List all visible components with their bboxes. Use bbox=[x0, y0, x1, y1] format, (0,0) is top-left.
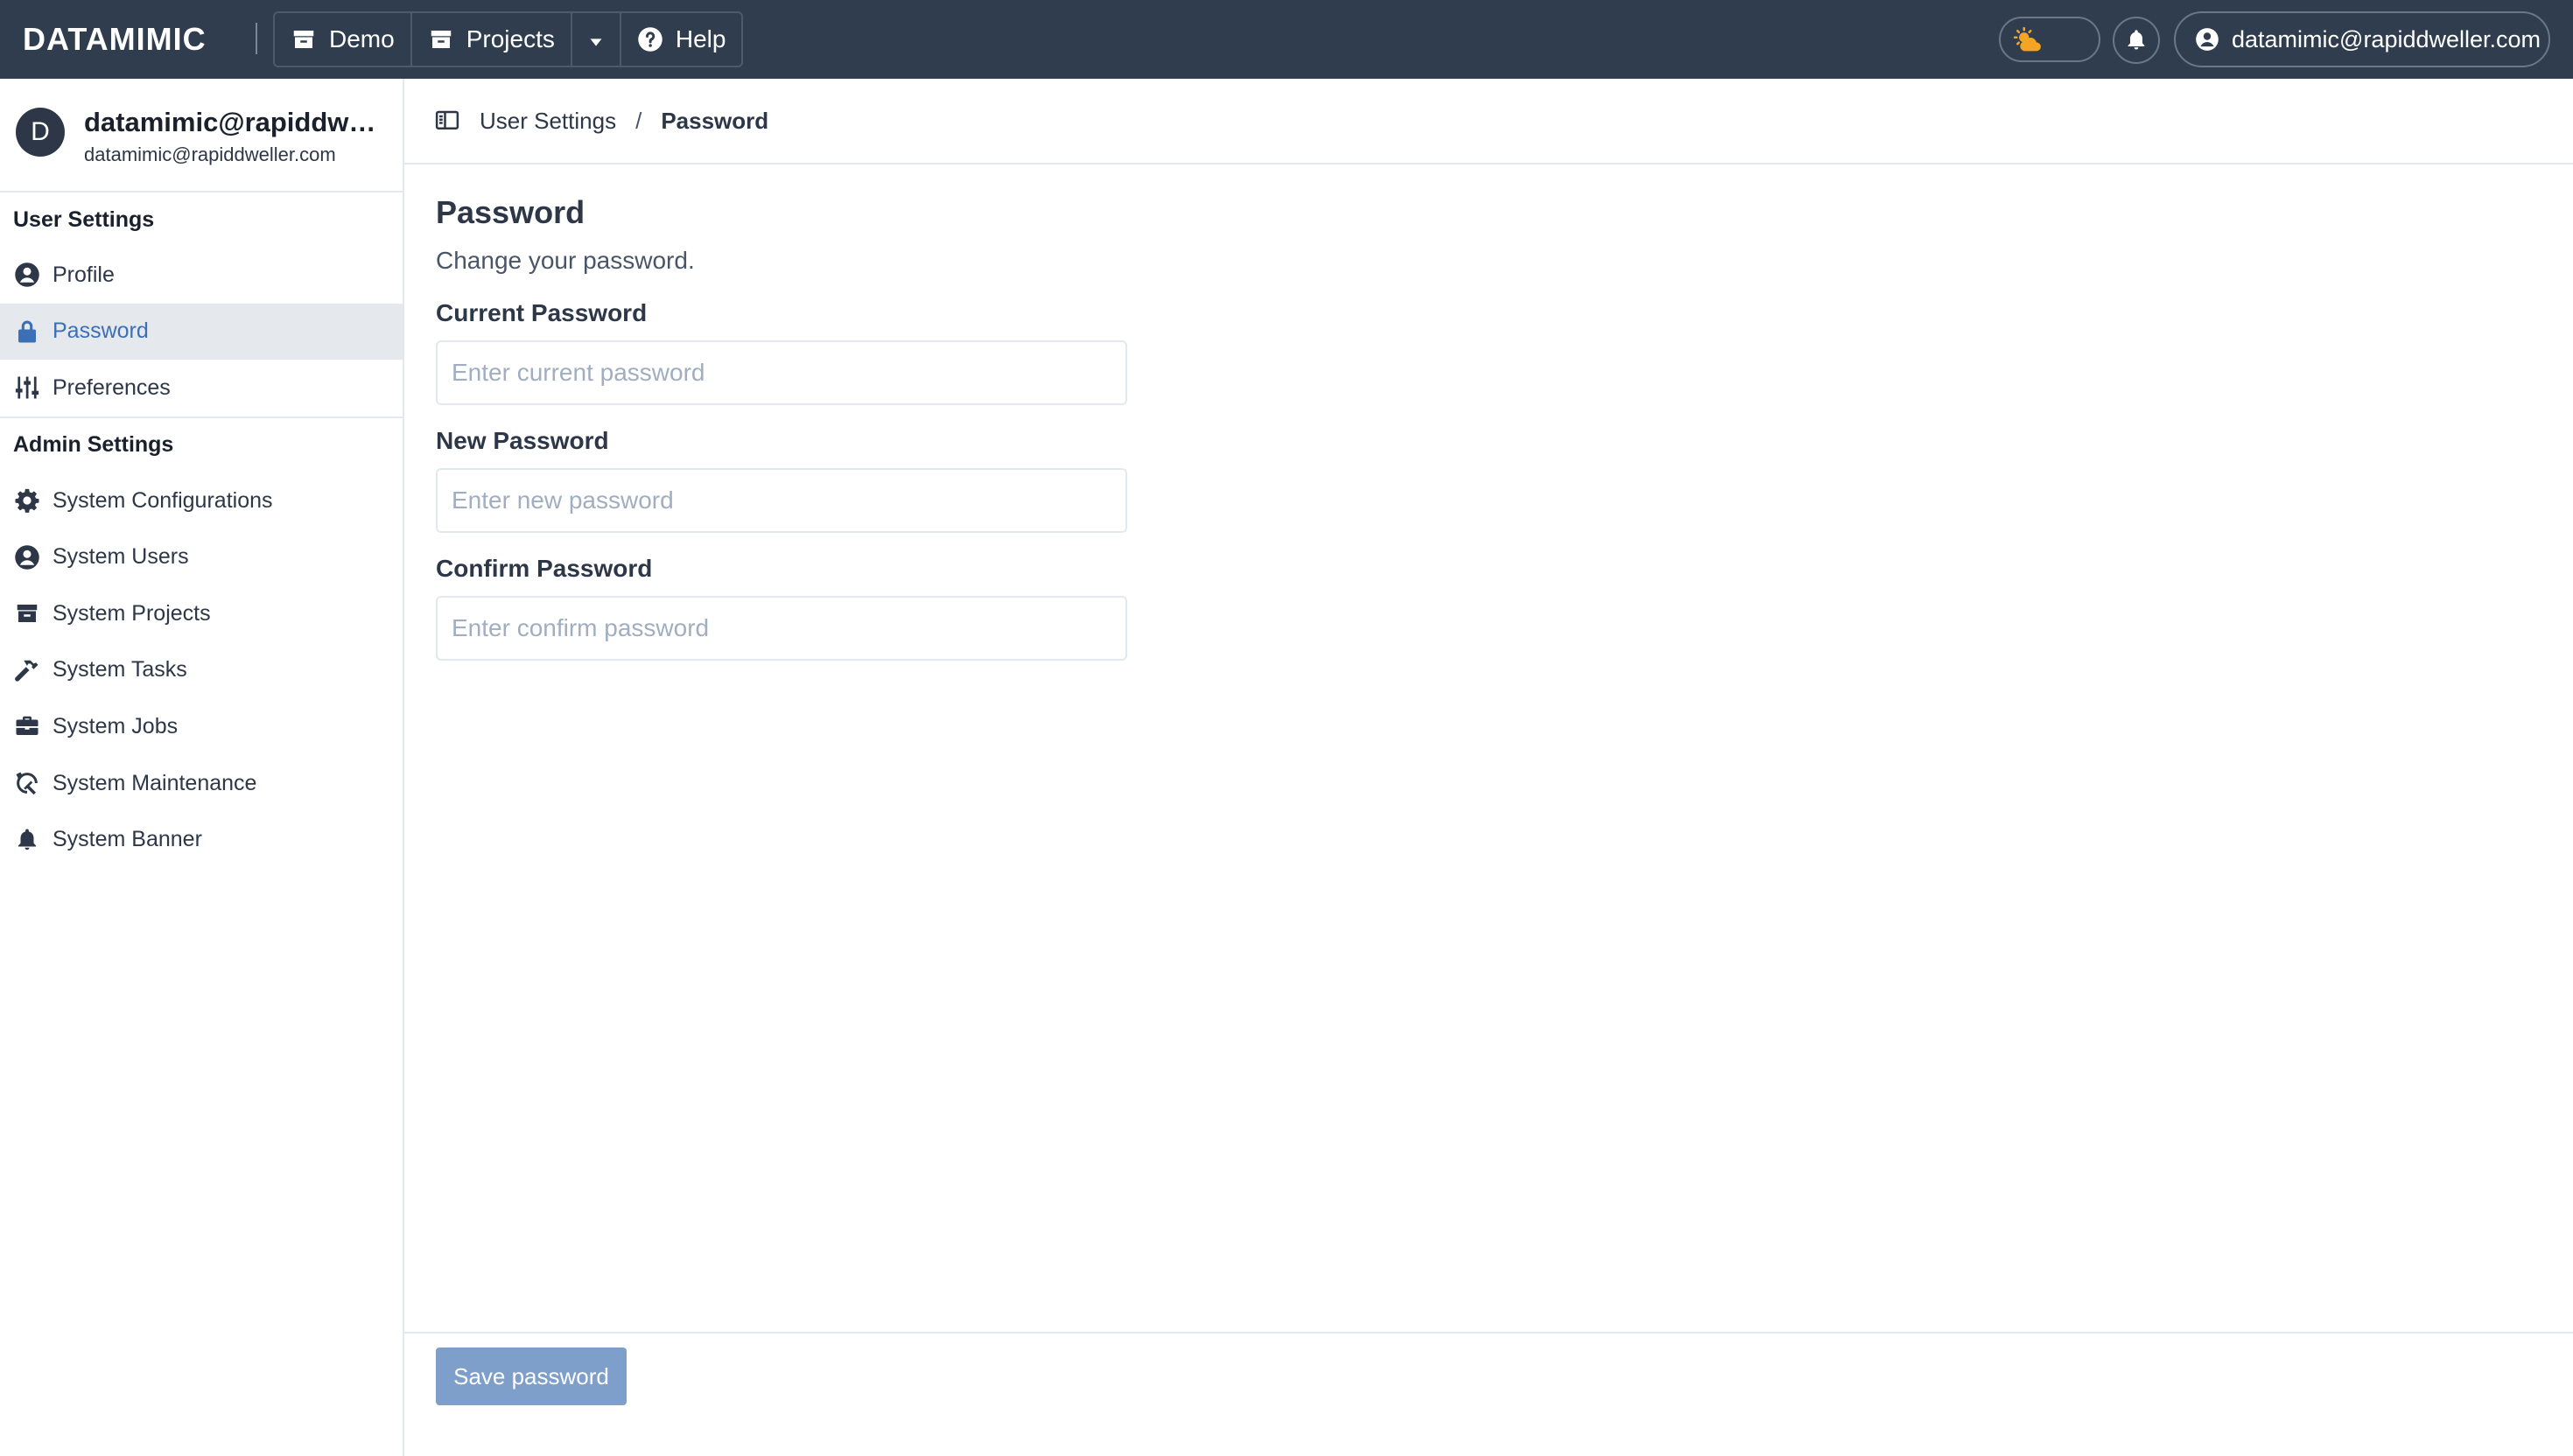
save-password-button[interactable]: Save password bbox=[436, 1348, 627, 1405]
theme-toggle[interactable] bbox=[1999, 17, 2100, 62]
current-password-field[interactable] bbox=[436, 340, 1127, 405]
sidebar-item-label: Preferences bbox=[53, 374, 171, 400]
sidebar-item-system-configurations[interactable]: System Configurations bbox=[0, 472, 403, 529]
sidebar-item-label: System Jobs bbox=[53, 713, 179, 738]
profile-email: datamimic@rapiddweller.com bbox=[84, 144, 336, 165]
sidebar-item-preferences[interactable]: Preferences bbox=[0, 360, 403, 416]
logo-divider bbox=[256, 23, 257, 54]
breadcrumb-user-settings[interactable]: User Settings bbox=[480, 108, 616, 135]
maintenance-icon bbox=[14, 770, 40, 796]
projects-dropdown-button[interactable] bbox=[572, 13, 621, 66]
gear-icon bbox=[14, 487, 40, 514]
user-menu-button[interactable]: datamimic@rapiddweller.com bbox=[2174, 11, 2550, 67]
sidebar-item-password[interactable]: Password bbox=[0, 303, 403, 360]
nav-help-button[interactable]: Help bbox=[621, 13, 742, 66]
hammer-icon bbox=[14, 657, 40, 683]
bell-icon bbox=[14, 827, 40, 853]
datamimic-logo[interactable]: DATAMIMIC bbox=[23, 19, 207, 60]
top-nav-group: Demo Projects Help bbox=[273, 11, 744, 67]
page-title: Password bbox=[436, 194, 585, 230]
user-circle-icon bbox=[14, 262, 40, 288]
breadcrumb-separator: / bbox=[635, 107, 642, 134]
sidebar-item-system-users[interactable]: System Users bbox=[0, 528, 403, 585]
settings-sidebar: D datamimic@rapiddwel... datamimic@rapid… bbox=[0, 79, 404, 1456]
caret-down-icon bbox=[586, 30, 606, 49]
sidebar-item-label: System Configurations bbox=[53, 487, 273, 513]
breadcrumb-current: Password bbox=[661, 107, 769, 134]
sidebar-toggle-icon[interactable] bbox=[434, 108, 460, 134]
sidebar-item-label: Password bbox=[53, 318, 149, 344]
briefcase-icon bbox=[14, 713, 40, 739]
page-subtitle: Change your password. bbox=[436, 247, 695, 274]
sidebar-item-label: System Tasks bbox=[53, 657, 187, 682]
form-footer: Save password bbox=[404, 1332, 2573, 1456]
nav-help-label: Help bbox=[675, 25, 726, 52]
profile-name: datamimic@rapiddwel... bbox=[84, 107, 390, 137]
nav-demo-label: Demo bbox=[329, 25, 395, 52]
sidebar-item-system-banner[interactable]: System Banner bbox=[0, 811, 403, 868]
sidebar-item-profile[interactable]: Profile bbox=[0, 247, 403, 304]
new-password-field[interactable] bbox=[436, 468, 1127, 533]
sidebar-item-label: System Banner bbox=[53, 827, 202, 852]
sidebar-item-system-maintenance[interactable]: System Maintenance bbox=[0, 755, 403, 812]
admin-settings-heading: Admin Settings bbox=[0, 416, 403, 472]
sidebar-item-label: Profile bbox=[53, 262, 115, 287]
user-circle-icon bbox=[14, 544, 40, 570]
confirm-password-field[interactable] bbox=[436, 596, 1127, 661]
sun-cloud-icon bbox=[2013, 26, 2043, 56]
profile-card: D datamimic@rapiddwel... datamimic@rapid… bbox=[0, 79, 403, 192]
confirm-password-label: Confirm Password bbox=[436, 555, 653, 582]
archive-icon bbox=[291, 26, 317, 52]
question-circle-icon bbox=[637, 26, 663, 52]
bell-icon bbox=[2124, 28, 2149, 52]
archive-icon bbox=[428, 26, 454, 52]
user-circle-icon bbox=[2195, 27, 2219, 52]
notifications-button[interactable] bbox=[2113, 17, 2160, 64]
breadcrumb: User Settings / Password bbox=[404, 79, 2573, 164]
nav-projects-button[interactable]: Projects bbox=[412, 13, 572, 66]
user-settings-heading: User Settings bbox=[13, 206, 155, 232]
new-password-label: New Password bbox=[436, 427, 609, 454]
lock-icon bbox=[14, 318, 40, 345]
sidebar-item-system-projects[interactable]: System Projects bbox=[0, 585, 403, 642]
sidebar-item-label: System Maintenance bbox=[53, 770, 257, 795]
sidebar-item-label: System Projects bbox=[53, 600, 211, 626]
sidebar-item-system-jobs[interactable]: System Jobs bbox=[0, 698, 403, 755]
avatar: D bbox=[16, 108, 65, 157]
sidebar-item-label: System Users bbox=[53, 544, 189, 570]
archive-icon bbox=[14, 600, 40, 626]
user-menu-label: datamimic@rapiddweller.com bbox=[2232, 25, 2541, 52]
current-password-label: Current Password bbox=[436, 299, 648, 326]
nav-projects-label: Projects bbox=[466, 25, 555, 52]
sidebar-item-system-tasks[interactable]: System Tasks bbox=[0, 642, 403, 699]
nav-demo-button[interactable]: Demo bbox=[275, 13, 412, 66]
top-navbar: DATAMIMIC Demo Projects Help datamimic@r… bbox=[0, 0, 2573, 79]
sliders-icon bbox=[14, 374, 40, 401]
